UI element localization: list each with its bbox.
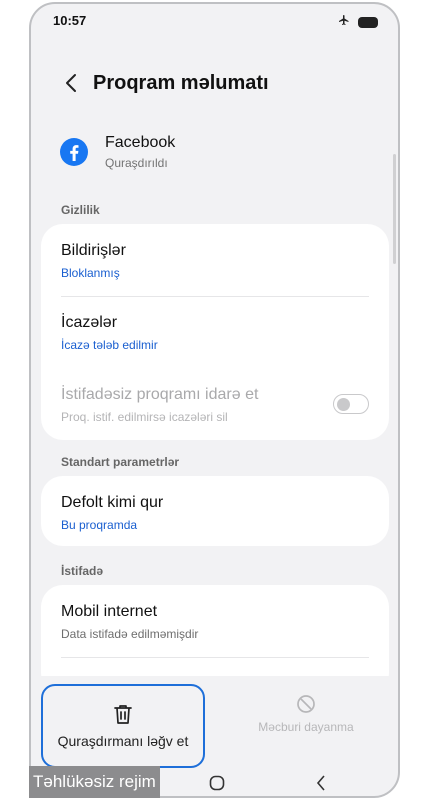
divider — [61, 657, 369, 658]
back-nav-button[interactable] — [309, 772, 333, 794]
status-time: 10:57 — [53, 13, 87, 28]
row-title: İcazələr — [61, 314, 118, 331]
airplane-mode-icon — [338, 13, 350, 31]
row-title: Bildirişlər — [61, 242, 126, 259]
row-subtitle: Proq. istif. edilmirsə icazələri sil — [61, 410, 228, 424]
section-title-usage: İstifadə — [61, 564, 104, 578]
stop-icon — [297, 695, 315, 713]
bottom-action-bar: Quraşdırmanı ləğv et Məcburi dayanma — [31, 676, 398, 768]
force-stop-button[interactable]: Məcburi dayanma — [241, 694, 371, 734]
divider — [61, 296, 369, 297]
row-title: Mobil internet — [61, 603, 158, 620]
defaults-card: Defolt kimi qur Bu proqramda — [41, 476, 389, 546]
uninstall-button[interactable]: Quraşdırmanı ləğv et — [41, 684, 205, 768]
row-title: İstifadəsiz proqramı idarə et — [61, 386, 259, 403]
scrollbar[interactable] — [393, 154, 396, 264]
status-bar: 10:57 — [31, 4, 398, 36]
back-button[interactable] — [59, 70, 83, 96]
row-subtitle: Bloklanmış — [61, 266, 120, 280]
trash-icon — [114, 705, 132, 724]
safe-mode-overlay: Təhlükəsiz rejim — [29, 766, 160, 798]
phone-screen: 10:57 Proqram məlumatı Facebook Quraşdır… — [29, 2, 400, 798]
row-subtitle: Data istifadə edilməmişdir — [61, 627, 199, 641]
privacy-card: Bildirişlər Bloklanmış İcazələr İcazə tə… — [41, 224, 389, 440]
page-title: Proqram məlumatı — [93, 72, 269, 94]
app-status: Quraşdırıldı — [105, 156, 168, 170]
toggle-knob — [337, 397, 350, 411]
back-arrow-icon — [66, 74, 76, 92]
app-info: Facebook Quraşdırıldı — [59, 132, 378, 176]
row-subtitle: İcazə tələb edilmir — [61, 338, 158, 352]
manage-unused-app-row[interactable]: İstifadəsiz proqramı idarə et Proq. isti… — [61, 386, 369, 424]
set-as-default-row[interactable]: Defolt kimi qur Bu proqramda — [61, 494, 369, 532]
uninstall-label: Quraşdırmanı ləğv et — [57, 733, 189, 749]
section-title-defaults: Standart parametrlər — [61, 455, 180, 469]
facebook-icon — [60, 138, 88, 166]
mobile-data-row[interactable]: Mobil internet Data istifadə edilməmişdi… — [61, 603, 369, 641]
battery-icon — [358, 16, 378, 28]
force-stop-label: Məcburi dayanma — [258, 720, 354, 734]
section-title-privacy: Gizlilik — [61, 203, 100, 217]
row-subtitle: Bu proqramda — [61, 518, 138, 532]
back-nav-icon — [316, 775, 325, 791]
status-icons — [338, 13, 378, 31]
home-icon — [209, 775, 225, 791]
header: Proqram məlumatı — [31, 64, 398, 104]
row-title: Defolt kimi qur — [61, 494, 164, 511]
home-button[interactable] — [205, 772, 229, 794]
permissions-row[interactable]: İcazələr İcazə tələb edilmir — [61, 314, 369, 352]
notifications-row[interactable]: Bildirişlər Bloklanmış — [61, 242, 369, 280]
app-name: Facebook — [105, 134, 176, 151]
manage-unused-app-toggle[interactable] — [333, 394, 369, 414]
